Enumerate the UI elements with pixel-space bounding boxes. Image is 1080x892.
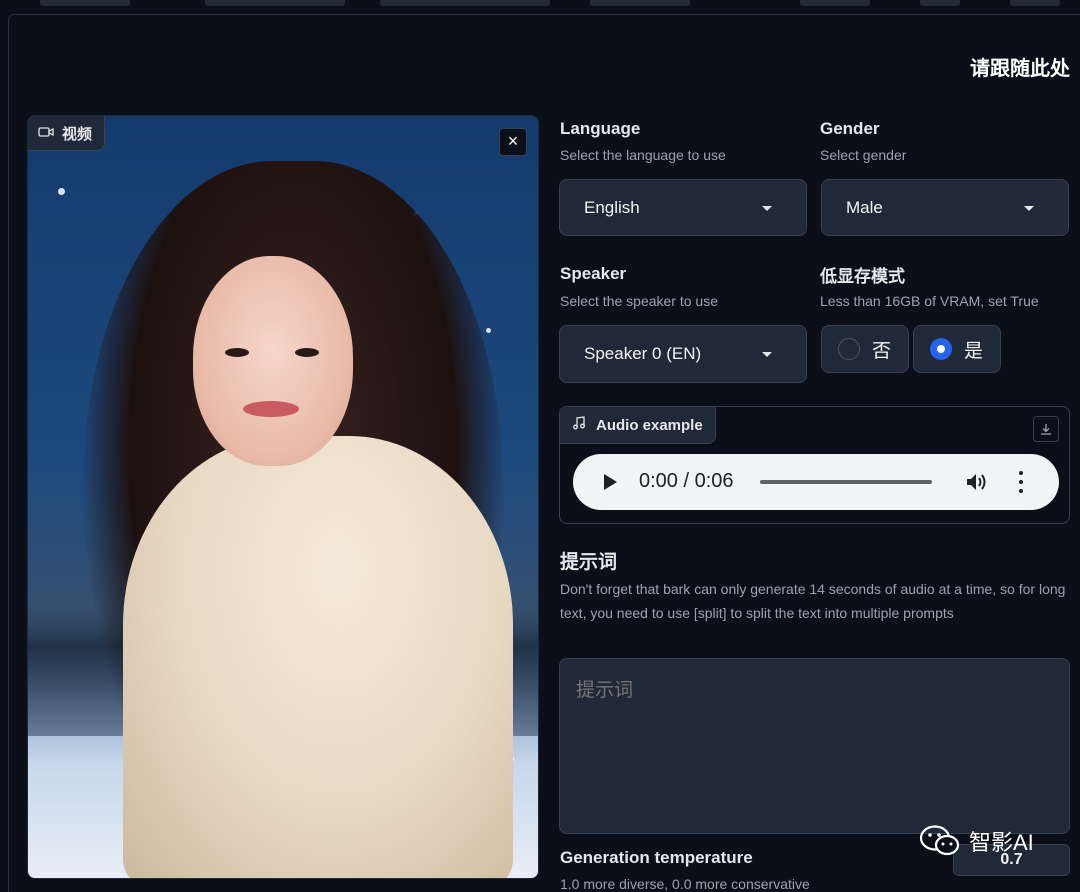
audio-progress-track[interactable]: [760, 480, 932, 484]
wechat-icon: [919, 825, 960, 856]
chevron-down-icon: [762, 352, 772, 357]
radio-option-no[interactable]: 否: [821, 325, 909, 373]
speaker-dropdown[interactable]: Speaker 0 (EN): [559, 325, 807, 383]
prompt-textarea[interactable]: [559, 658, 1070, 834]
language-dropdown[interactable]: English: [559, 179, 807, 236]
prompt-info: Don't forget that bark can only generate…: [560, 581, 1066, 621]
radio-option-no-label: 否: [872, 340, 892, 362]
video-player[interactable]: 视频 ×: [27, 115, 539, 879]
language-value: English: [584, 197, 640, 217]
watermark-text: 智影AI: [969, 830, 1034, 855]
speaker-value: Speaker 0 (EN): [584, 344, 702, 363]
gender-value: Male: [846, 197, 883, 217]
radio-option-yes-label: 是: [964, 340, 984, 362]
volume-icon[interactable]: [964, 470, 990, 494]
language-label: Language: [560, 119, 641, 138]
gender-info: Select gender: [820, 147, 907, 163]
speaker-info: Select the speaker to use: [560, 293, 718, 309]
video-label: 视频: [28, 116, 106, 151]
portrait-face: [193, 256, 353, 466]
video-label-text: 视频: [62, 125, 93, 143]
audio-example-panel: Audio example 0:00 / 0:06: [559, 406, 1070, 524]
watermark: 智影AI: [919, 824, 1034, 858]
video-camera-icon: [38, 125, 54, 142]
low-vram-info: Less than 16GB of VRAM, set True: [820, 293, 1039, 309]
download-icon: [1041, 424, 1051, 435]
more-options-icon[interactable]: [1018, 471, 1024, 493]
audio-example-label: Audio example: [560, 407, 716, 444]
audio-time: 0:00 / 0:06: [639, 470, 734, 492]
chevron-down-icon: [1024, 206, 1034, 211]
radio-checked-icon: [930, 338, 952, 360]
portrait-sweater: [123, 436, 513, 878]
top-tab-bar: [0, 0, 1080, 14]
prompt-label: 提示词: [560, 552, 618, 573]
section-title: 请跟随此处: [970, 58, 1070, 80]
radio-unchecked-icon: [838, 338, 860, 360]
gender-dropdown[interactable]: Male: [821, 179, 1069, 236]
download-button[interactable]: [1033, 416, 1059, 442]
close-video-button[interactable]: ×: [499, 128, 527, 156]
temperature-label: Generation temperature: [560, 848, 753, 867]
gender-label: Gender: [820, 119, 880, 138]
chevron-down-icon: [762, 206, 772, 211]
speaker-label: Speaker: [560, 264, 627, 283]
temperature-info: 1.0 more diverse, 0.0 more conservative: [560, 876, 810, 892]
audio-player[interactable]: 0:00 / 0:06: [573, 454, 1059, 510]
language-info: Select the language to use: [560, 147, 726, 163]
audio-example-label-text: Audio example: [596, 416, 703, 434]
radio-option-yes[interactable]: 是: [913, 325, 1001, 373]
low-vram-label: 低显存模式: [820, 267, 905, 286]
play-icon[interactable]: [604, 474, 617, 490]
music-note-icon: [572, 416, 586, 434]
